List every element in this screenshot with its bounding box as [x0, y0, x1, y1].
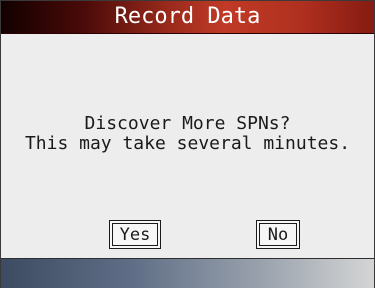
- prompt-question: Discover More SPNs?: [84, 113, 291, 134]
- prompt-detail: This may take several minutes.: [24, 133, 351, 154]
- prompt-message: Discover More SPNs? This may take severa…: [1, 114, 374, 154]
- no-button[interactable]: No: [256, 220, 300, 249]
- screen-title: Record Data: [1, 1, 374, 34]
- yes-button-label: Yes: [112, 223, 158, 246]
- no-button-label: No: [259, 223, 297, 246]
- device-screen: Record Data Discover More SPNs? This may…: [0, 0, 375, 288]
- status-bar: [1, 258, 374, 288]
- yes-button[interactable]: Yes: [109, 220, 161, 249]
